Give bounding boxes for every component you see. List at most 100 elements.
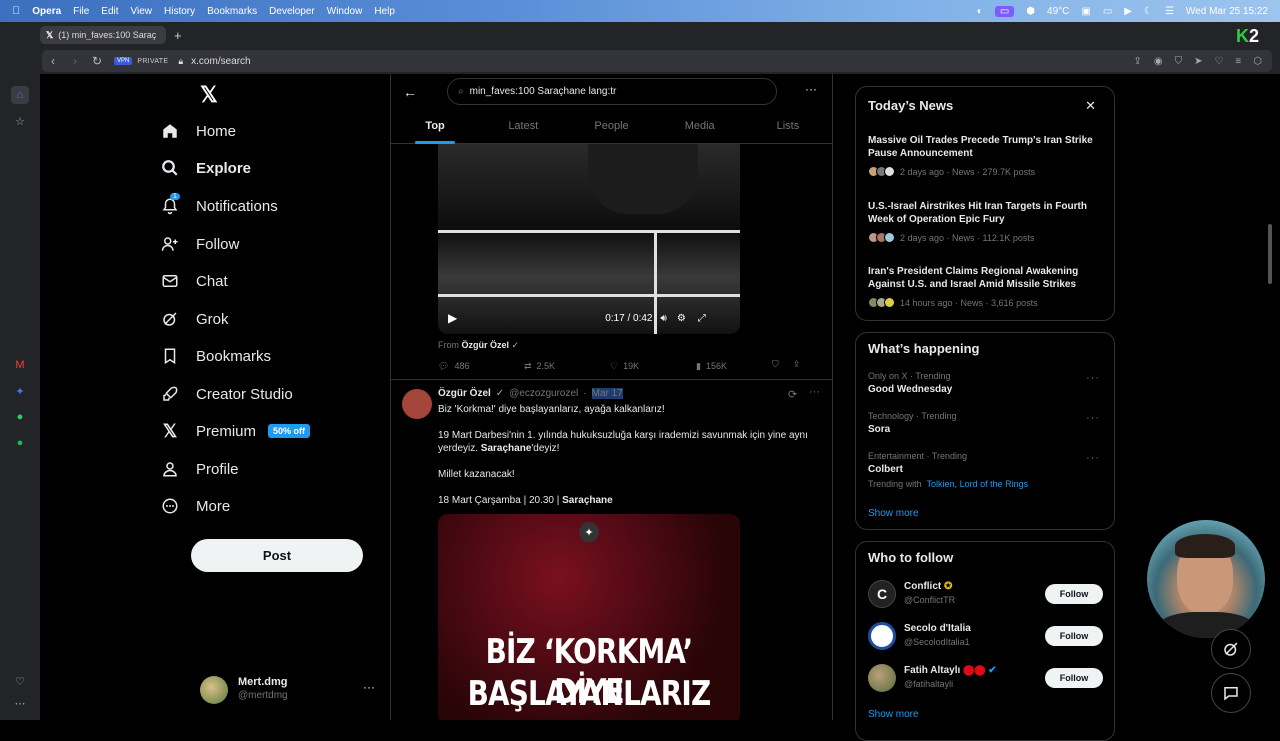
like-button[interactable]: ♡ 19K [610, 359, 696, 373]
news-headline[interactable]: Massive Oil Trades Precede Trump's Iran … [868, 134, 1098, 160]
share-icon[interactable]: ⇪ [1133, 56, 1141, 67]
clock[interactable]: Wed Mar 25 15:22 [1186, 6, 1268, 17]
follow-button[interactable]: Follow [1045, 668, 1103, 688]
trend-name[interactable]: Sora [868, 424, 890, 435]
follow-button[interactable]: Follow [1045, 584, 1103, 604]
messenger-icon[interactable]: ✦ [11, 382, 29, 400]
new-tab-button[interactable]: + [174, 28, 182, 43]
more-icon[interactable]: ⋯ [11, 694, 29, 712]
close-icon[interactable]: ✕ [1085, 98, 1096, 114]
cpu-temp[interactable]: 49°C [1047, 6, 1069, 17]
author-name[interactable]: Özgür Özel [438, 388, 491, 399]
back-arrow-icon[interactable]: ← [403, 84, 417, 100]
nav-follow[interactable]: Follow [160, 234, 239, 254]
menu-file[interactable]: File [73, 6, 89, 17]
follow-name[interactable]: Secolo d'Italia [904, 623, 971, 634]
nav-bookmarks[interactable]: Bookmarks [160, 346, 271, 366]
trend-name[interactable]: Colbert [868, 464, 903, 475]
reload-icon[interactable]: ↻ [86, 54, 108, 68]
follow-name[interactable]: Fatih Altaylı ⬤⬤ ✔ [904, 665, 997, 676]
moon-icon[interactable]: ☾ [1144, 6, 1153, 17]
account-more-icon[interactable]: ··· [363, 680, 375, 694]
nav-notifications[interactable]: 1 Notifications [160, 193, 278, 216]
sparkle-icon[interactable]: ✦ [579, 522, 599, 542]
news-headline[interactable]: U.S.-Israel Airstrikes Hit Iran Targets … [868, 200, 1098, 226]
status-icon[interactable]: ◐ [977, 6, 983, 17]
whatsapp-icon[interactable]: ● [11, 408, 29, 426]
volume-icon[interactable]: 🔊︎ [661, 313, 667, 324]
back-icon[interactable]: ‹ [42, 54, 64, 68]
nav-grok[interactable]: Grok [160, 309, 229, 329]
send-icon[interactable]: ➤ [1194, 56, 1202, 67]
extension-icon[interactable]: ⬡ [1253, 56, 1262, 67]
tweet-more-icon[interactable]: ··· [809, 386, 820, 398]
show-more-link[interactable]: Show more [868, 709, 919, 720]
share-icon[interactable]: ⇪ [793, 359, 801, 373]
menu-window[interactable]: Window [327, 6, 363, 17]
fullscreen-icon[interactable]: ⤢ [698, 313, 706, 324]
x-logo-icon[interactable]: 𝕏 [200, 82, 218, 108]
grok-icon[interactable]: ⟳ [788, 388, 797, 401]
avatar[interactable] [868, 664, 896, 692]
display-icon[interactable]: ▣ [1081, 6, 1090, 17]
menu-app-name[interactable]: Opera [32, 6, 61, 17]
views-button[interactable]: ▮ 156K [696, 359, 782, 373]
show-more-link[interactable]: Show more [868, 508, 919, 519]
avatar[interactable]: C [868, 580, 896, 608]
nav-premium[interactable]: 𝕏 Premium 50% off [160, 421, 311, 441]
nav-home[interactable]: Home [160, 121, 236, 141]
author-handle[interactable]: @eczozgurozel [509, 388, 578, 399]
search-options-icon[interactable]: ··· [805, 82, 817, 96]
battery-icon[interactable]: ▭ [1103, 6, 1112, 17]
tab-media[interactable]: Media [656, 114, 744, 144]
menu-help[interactable]: Help [374, 6, 395, 17]
nav-profile[interactable]: Profile [160, 459, 239, 479]
messages-fab-button[interactable] [1211, 673, 1251, 713]
post-button[interactable]: Post [191, 539, 363, 572]
news-headline[interactable]: Iran's President Claims Regional Awakeni… [868, 265, 1098, 291]
grok-fab-button[interactable] [1211, 629, 1251, 669]
nav-creator-studio[interactable]: Creator Studio [160, 384, 293, 404]
avatar[interactable] [402, 389, 432, 419]
spotify-icon[interactable]: ● [11, 434, 29, 452]
play-icon[interactable]: ▶ [448, 311, 457, 325]
shield-icon[interactable]: ⛉ [1175, 56, 1183, 67]
trend-more-icon[interactable]: ··· [1086, 372, 1100, 384]
heart-icon[interactable]: ♡ [11, 672, 29, 690]
repost-button[interactable]: ⇄ 2.5K [524, 359, 610, 373]
menu-view[interactable]: View [131, 6, 153, 17]
settings-icon[interactable]: ⚙ [677, 313, 686, 324]
trend-more-icon[interactable]: ··· [1086, 452, 1100, 464]
home-workspace-icon[interactable]: ⌂ [11, 86, 29, 104]
tab-people[interactable]: People [567, 114, 655, 144]
shield-icon[interactable]: ⬢ [1026, 6, 1035, 17]
account-switcher[interactable]: Mert.dmg @mertdmg ··· [200, 674, 375, 704]
tweet-date[interactable]: Mar 17 [591, 388, 623, 399]
search-input[interactable]: ⌕ min_faves:100 Saraçhane lang:tr [447, 78, 777, 105]
bookmark-icon[interactable]: ⛉ [772, 359, 779, 373]
tweet-image[interactable]: ✦ BİZ ‘KORKMA’ DİYE BAŞLAYANLARIZ [438, 514, 740, 720]
heart-icon[interactable]: ♡ [1214, 56, 1223, 67]
control-center-icon[interactable]: ☰ [1165, 6, 1174, 17]
nav-chat[interactable]: Chat [160, 271, 228, 291]
follow-button[interactable]: Follow [1045, 626, 1103, 646]
menu-developer[interactable]: Developer [269, 6, 315, 17]
menu-bookmarks[interactable]: Bookmarks [207, 6, 257, 17]
browser-tab[interactable]: 𝕏 (1) min_faves:100 Saraç [40, 26, 166, 44]
menu-edit[interactable]: Edit [101, 6, 118, 17]
camera-icon[interactable]: ◉ [1154, 56, 1163, 67]
reply-button[interactable]: 💬︎ 486 [438, 359, 524, 373]
forward-icon[interactable]: › [64, 54, 86, 68]
video-player[interactable]: ▶ 0:17 / 0:42 🔊︎ ⚙ ⤢ [438, 144, 740, 334]
apple-icon[interactable]:  [12, 5, 20, 17]
avatar[interactable] [868, 622, 896, 650]
scrollbar[interactable] [1268, 224, 1272, 284]
tab-latest[interactable]: Latest [479, 114, 567, 144]
trend-name[interactable]: Good Wednesday [868, 384, 952, 395]
from-name[interactable]: Özgür Özel [462, 340, 510, 350]
tab-top[interactable]: Top [391, 114, 479, 144]
play-icon[interactable]: ▶ [1124, 6, 1132, 17]
trend-more-icon[interactable]: ··· [1086, 412, 1100, 424]
gmail-icon[interactable]: M [11, 356, 29, 374]
trending-with-links[interactable]: Tolkien, Lord of the Rings [927, 479, 1029, 489]
